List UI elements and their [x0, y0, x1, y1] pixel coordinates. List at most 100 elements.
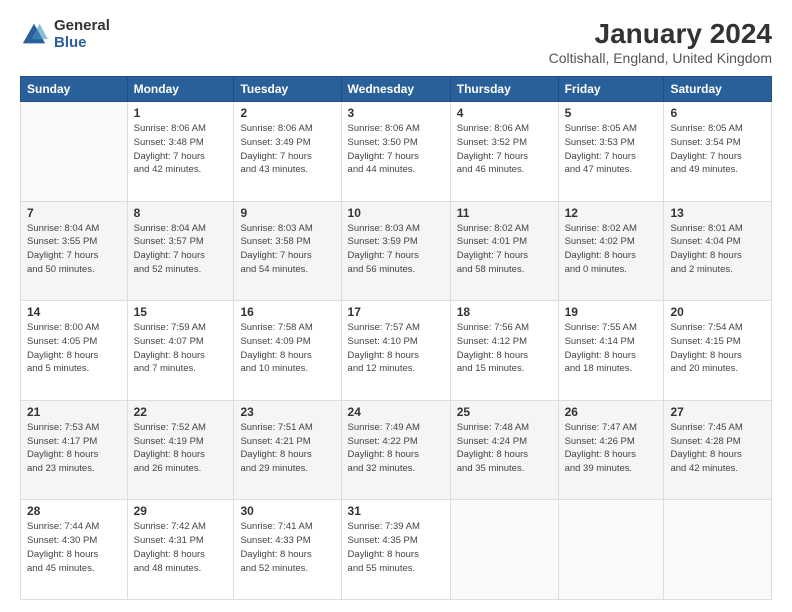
calendar-day-31: 31 Sunrise: 7:39 AMSunset: 4:35 PMDayligh… [341, 500, 450, 600]
day-info: Sunrise: 8:02 AMSunset: 4:01 PMDaylight:… [457, 222, 552, 277]
day-info: Sunrise: 8:06 AMSunset: 3:49 PMDaylight:… [240, 122, 334, 177]
calendar-day-6: 6Sunrise: 8:05 AMSunset: 3:54 PMDaylight… [664, 102, 772, 202]
day-info: Sunrise: 7:59 AMSunset: 4:07 PMDaylight:… [134, 321, 228, 376]
day-number: 13 [670, 206, 765, 220]
day-number: 4 [457, 106, 552, 120]
day-number: 3 [348, 106, 444, 120]
calendar-day-13: 13 Sunrise: 8:01 AMSunset: 4:04 PMDayligh… [664, 201, 772, 301]
weekday-row: SundayMondayTuesdayWednesdayThursdayFrid… [21, 77, 772, 102]
day-number: 23 [240, 405, 334, 419]
calendar-body: 1 Sunrise: 8:06 AMSunset: 3:48 PMDaylight… [21, 102, 772, 600]
day-number: 19 [565, 305, 658, 319]
day-number: 5 [565, 106, 658, 120]
day-number: 28 [27, 504, 121, 518]
day-info: Sunrise: 7:39 AMSunset: 4:35 PMDaylight:… [348, 520, 444, 575]
calendar-row-3: 21 Sunrise: 7:53 AMSunset: 4:17 PMDayligh… [21, 400, 772, 500]
calendar-day-23: 23 Sunrise: 7:51 AMSunset: 4:21 PMDayligh… [234, 400, 341, 500]
header: General Blue January 2024 Coltishall, En… [20, 18, 772, 66]
day-info: Sunrise: 8:04 AMSunset: 3:57 PMDaylight:… [134, 222, 228, 277]
day-info: Sunrise: 8:06 AMSunset: 3:48 PMDaylight:… [134, 122, 228, 177]
day-info: Sunrise: 7:57 AMSunset: 4:10 PMDaylight:… [348, 321, 444, 376]
weekday-header-wednesday: Wednesday [341, 77, 450, 102]
day-number: 9 [240, 206, 334, 220]
calendar-day-15: 15 Sunrise: 7:59 AMSunset: 4:07 PMDayligh… [127, 301, 234, 401]
logo-icon [20, 21, 48, 49]
day-info: Sunrise: 8:02 AMSunset: 4:02 PMDaylight:… [565, 222, 658, 277]
day-number: 20 [670, 305, 765, 319]
calendar-row-2: 14 Sunrise: 8:00 AMSunset: 4:05 PMDayligh… [21, 301, 772, 401]
empty-cell [450, 500, 558, 600]
logo-general: General [54, 18, 110, 35]
day-number: 8 [134, 206, 228, 220]
calendar-day-2: 2 Sunrise: 8:06 AMSunset: 3:49 PMDaylight… [234, 102, 341, 202]
day-info: Sunrise: 7:44 AMSunset: 4:30 PMDaylight:… [27, 520, 121, 575]
day-number: 1 [134, 106, 228, 120]
calendar-day-9: 9 Sunrise: 8:03 AMSunset: 3:58 PMDaylight… [234, 201, 341, 301]
logo-blue: Blue [54, 35, 110, 52]
day-info: Sunrise: 7:45 AMSunset: 4:28 PMDaylight:… [670, 421, 765, 476]
calendar-row-1: 7 Sunrise: 8:04 AMSunset: 3:55 PMDaylight… [21, 201, 772, 301]
day-info: Sunrise: 8:03 AMSunset: 3:58 PMDaylight:… [240, 222, 334, 277]
weekday-header-friday: Friday [558, 77, 664, 102]
day-number: 11 [457, 206, 552, 220]
day-number: 24 [348, 405, 444, 419]
day-info: Sunrise: 7:42 AMSunset: 4:31 PMDaylight:… [134, 520, 228, 575]
day-info: Sunrise: 7:56 AMSunset: 4:12 PMDaylight:… [457, 321, 552, 376]
weekday-header-saturday: Saturday [664, 77, 772, 102]
day-info: Sunrise: 7:52 AMSunset: 4:19 PMDaylight:… [134, 421, 228, 476]
day-info: Sunrise: 8:05 AMSunset: 3:54 PMDaylight:… [670, 122, 765, 177]
calendar-day-21: 21 Sunrise: 7:53 AMSunset: 4:17 PMDayligh… [21, 400, 128, 500]
calendar-day-24: 24 Sunrise: 7:49 AMSunset: 4:22 PMDayligh… [341, 400, 450, 500]
day-info: Sunrise: 7:41 AMSunset: 4:33 PMDaylight:… [240, 520, 334, 575]
calendar-day-14: 14 Sunrise: 8:00 AMSunset: 4:05 PMDayligh… [21, 301, 128, 401]
day-info: Sunrise: 7:47 AMSunset: 4:26 PMDaylight:… [565, 421, 658, 476]
day-number: 7 [27, 206, 121, 220]
day-number: 12 [565, 206, 658, 220]
calendar-day-20: 20 Sunrise: 7:54 AMSunset: 4:15 PMDayligh… [664, 301, 772, 401]
calendar-day-4: 4 Sunrise: 8:06 AMSunset: 3:52 PMDaylight… [450, 102, 558, 202]
day-number: 14 [27, 305, 121, 319]
weekday-header-thursday: Thursday [450, 77, 558, 102]
main-title: January 2024 [549, 18, 772, 50]
weekday-header-monday: Monday [127, 77, 234, 102]
calendar-day-18: 18 Sunrise: 7:56 AMSunset: 4:12 PMDayligh… [450, 301, 558, 401]
calendar: SundayMondayTuesdayWednesdayThursdayFrid… [20, 76, 772, 600]
calendar-day-16: 16Sunrise: 7:58 AMSunset: 4:09 PMDayligh… [234, 301, 341, 401]
calendar-day-22: 22Sunrise: 7:52 AMSunset: 4:19 PMDayligh… [127, 400, 234, 500]
day-info: Sunrise: 7:55 AMSunset: 4:14 PMDaylight:… [565, 321, 658, 376]
calendar-day-27: 27 Sunrise: 7:45 AMSunset: 4:28 PMDayligh… [664, 400, 772, 500]
day-number: 27 [670, 405, 765, 419]
calendar-day-29: 29Sunrise: 7:42 AMSunset: 4:31 PMDayligh… [127, 500, 234, 600]
day-info: Sunrise: 8:01 AMSunset: 4:04 PMDaylight:… [670, 222, 765, 277]
calendar-day-17: 17 Sunrise: 7:57 AMSunset: 4:10 PMDayligh… [341, 301, 450, 401]
day-info: Sunrise: 7:49 AMSunset: 4:22 PMDaylight:… [348, 421, 444, 476]
day-number: 31 [348, 504, 444, 518]
day-info: Sunrise: 7:51 AMSunset: 4:21 PMDaylight:… [240, 421, 334, 476]
day-number: 15 [134, 305, 228, 319]
empty-cell [21, 102, 128, 202]
subtitle: Coltishall, England, United Kingdom [549, 50, 772, 66]
calendar-day-10: 10Sunrise: 8:03 AMSunset: 3:59 PMDayligh… [341, 201, 450, 301]
day-number: 25 [457, 405, 552, 419]
day-number: 21 [27, 405, 121, 419]
weekday-header-tuesday: Tuesday [234, 77, 341, 102]
day-number: 2 [240, 106, 334, 120]
day-number: 17 [348, 305, 444, 319]
logo-text: General Blue [54, 18, 110, 51]
calendar-row-0: 1 Sunrise: 8:06 AMSunset: 3:48 PMDaylight… [21, 102, 772, 202]
day-info: Sunrise: 8:03 AMSunset: 3:59 PMDaylight:… [348, 222, 444, 277]
calendar-day-7: 7 Sunrise: 8:04 AMSunset: 3:55 PMDaylight… [21, 201, 128, 301]
title-block: January 2024 Coltishall, England, United… [549, 18, 772, 66]
calendar-day-30: 30Sunrise: 7:41 AMSunset: 4:33 PMDayligh… [234, 500, 341, 600]
page: General Blue January 2024 Coltishall, En… [0, 0, 792, 612]
day-info: Sunrise: 7:54 AMSunset: 4:15 PMDaylight:… [670, 321, 765, 376]
calendar-day-8: 8 Sunrise: 8:04 AMSunset: 3:57 PMDaylight… [127, 201, 234, 301]
day-info: Sunrise: 8:04 AMSunset: 3:55 PMDaylight:… [27, 222, 121, 277]
calendar-day-11: 11 Sunrise: 8:02 AMSunset: 4:01 PMDayligh… [450, 201, 558, 301]
day-info: Sunrise: 7:53 AMSunset: 4:17 PMDaylight:… [27, 421, 121, 476]
day-info: Sunrise: 8:00 AMSunset: 4:05 PMDaylight:… [27, 321, 121, 376]
day-info: Sunrise: 8:06 AMSunset: 3:52 PMDaylight:… [457, 122, 552, 177]
day-number: 18 [457, 305, 552, 319]
calendar-row-4: 28 Sunrise: 7:44 AMSunset: 4:30 PMDayligh… [21, 500, 772, 600]
day-info: Sunrise: 8:05 AMSunset: 3:53 PMDaylight:… [565, 122, 658, 177]
